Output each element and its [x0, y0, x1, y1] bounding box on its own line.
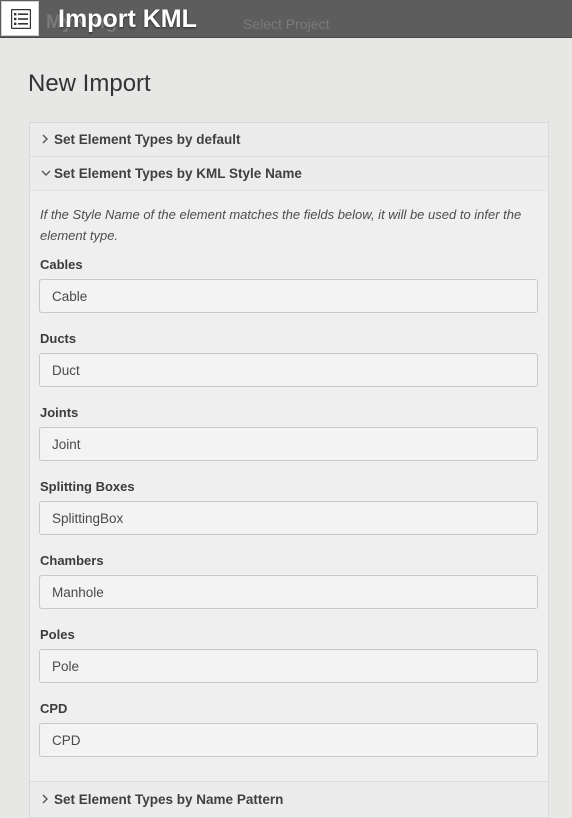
section-default-types-label: Set Element Types by default — [54, 132, 241, 147]
section-name-pattern-header[interactable]: Set Element Types by Name Pattern — [30, 781, 548, 817]
chambers-input[interactable] — [39, 575, 538, 609]
ducts-label: Ducts — [40, 331, 77, 346]
ducts-input[interactable] — [39, 353, 538, 387]
page-heading: New Import — [28, 70, 151, 97]
cpd-label: CPD — [40, 701, 68, 716]
section-default-types-header[interactable]: Set Element Types by default — [30, 123, 548, 157]
top-bar: MyKing Select Project Import KML — [0, 0, 572, 38]
list-icon[interactable] — [1, 1, 39, 36]
chevron-right-icon — [42, 794, 48, 804]
splitting-boxes-label: Splitting Boxes — [40, 479, 135, 494]
chambers-label: Chambers — [40, 553, 104, 568]
poles-label: Poles — [40, 627, 75, 642]
chevron-right-icon — [42, 134, 48, 144]
help-text: If the Style Name of the element matches… — [40, 207, 522, 243]
joints-label: Joints — [40, 405, 79, 420]
splitting-boxes-input[interactable] — [39, 501, 538, 535]
section-style-name-label: Set Element Types by KML Style Name — [54, 166, 302, 181]
chevron-down-icon — [41, 170, 51, 176]
import-accordion: Set Element Types by default Set Element… — [29, 122, 549, 818]
section-name-pattern-label: Set Element Types by Name Pattern — [54, 792, 284, 807]
cpd-input[interactable] — [39, 723, 538, 757]
cables-input[interactable] — [39, 279, 538, 313]
cables-label: Cables — [40, 257, 83, 272]
poles-input[interactable] — [39, 649, 538, 683]
dialog-title: Import KML — [58, 5, 197, 33]
section-style-name-header[interactable]: Set Element Types by KML Style Name — [30, 157, 548, 191]
joints-input[interactable] — [39, 427, 538, 461]
project-selector[interactable]: Select Project — [243, 16, 329, 32]
